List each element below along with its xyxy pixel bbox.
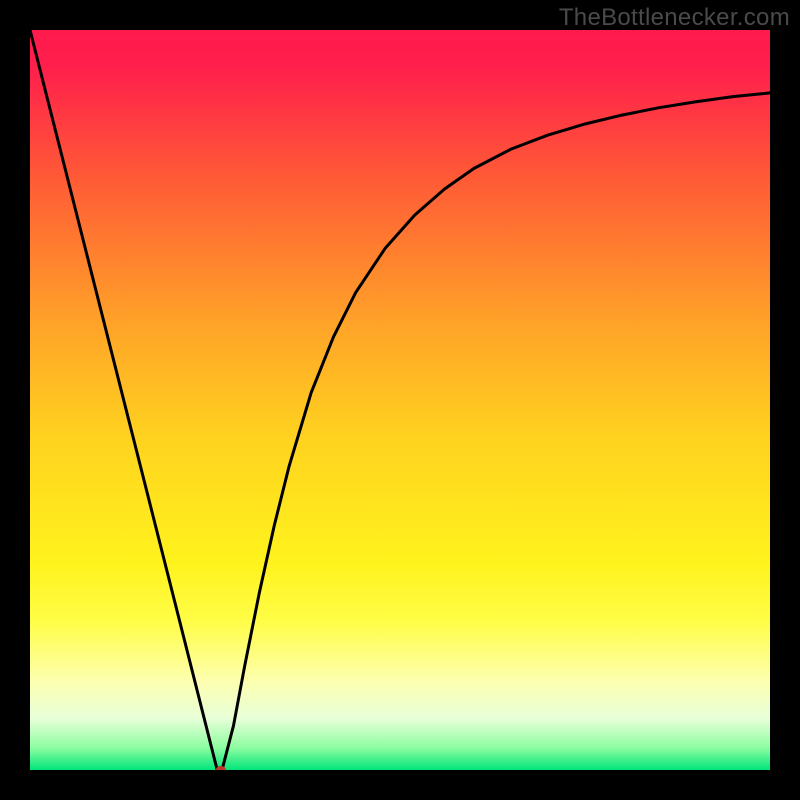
gradient-background <box>30 30 770 770</box>
watermark-text: TheBottlenecker.com <box>559 4 790 32</box>
chart-plot-area <box>30 30 770 770</box>
chart-frame: TheBottlenecker.com <box>0 0 800 800</box>
chart-svg <box>30 30 770 770</box>
